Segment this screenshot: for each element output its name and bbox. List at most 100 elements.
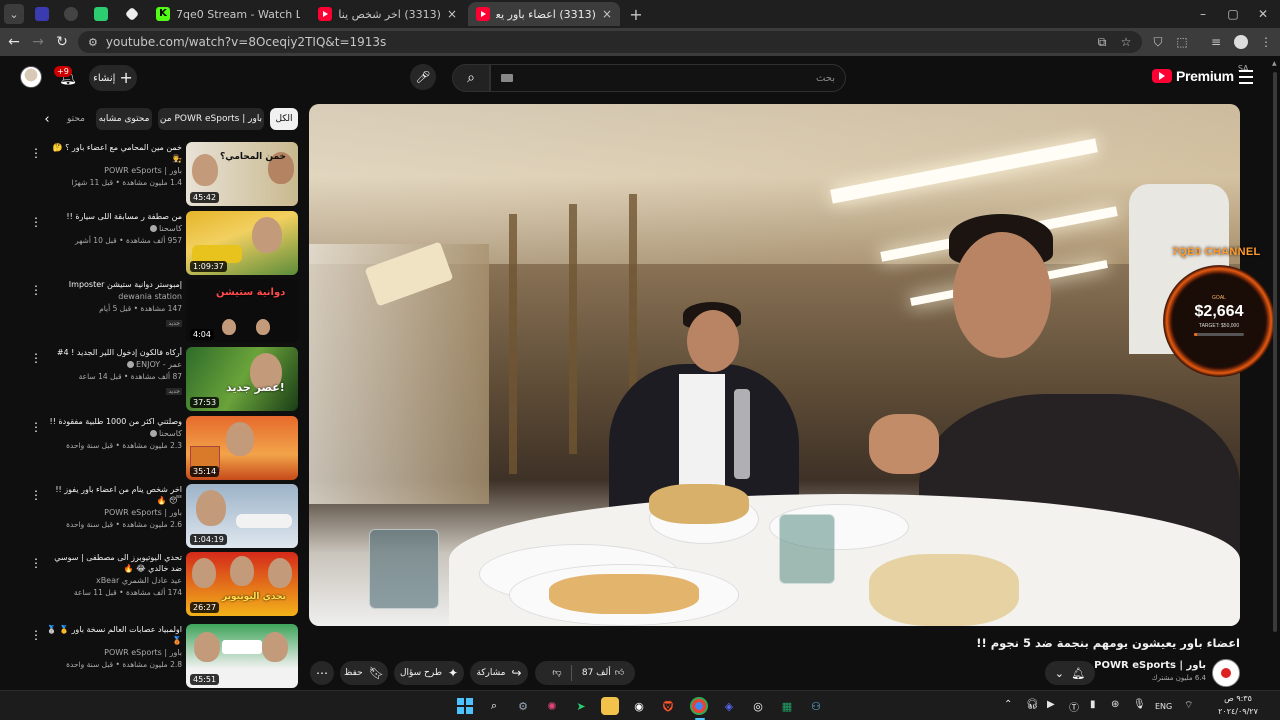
channel-name[interactable]: عيد عادل الشمري xBear bbox=[46, 575, 182, 587]
list-item[interactable]: ⋮ إمبوستر دوانية ستيشن Imposter dewania … bbox=[28, 279, 300, 345]
tray-app-icon[interactable]: Ⓣ bbox=[1069, 699, 1079, 714]
app-bug-icon[interactable]: ✺ bbox=[543, 697, 561, 715]
more-options-icon[interactable]: ⋮ bbox=[30, 488, 42, 502]
chrome-icon[interactable] bbox=[690, 697, 708, 715]
page-scrollbar[interactable]: ▲ bbox=[1272, 60, 1278, 690]
video-title[interactable]: اخر شخص ينام من اعضاء باور يفوز !! 😴 🔥 bbox=[46, 484, 182, 506]
channel-name[interactable]: باور | POWR eSports bbox=[46, 647, 182, 659]
thumbnail[interactable]: 1:09:37 bbox=[186, 211, 298, 275]
maximize-button[interactable]: ▢ bbox=[1218, 4, 1248, 24]
system-clock[interactable]: ٩:٣٥ ص ٢٠٢٤/٠٩/٢٧ bbox=[1214, 692, 1262, 718]
list-item[interactable]: ⋮ أركاه فالكون إدخول اللير الجديد ! 4# ع… bbox=[28, 347, 300, 413]
channel-name-main[interactable]: باور | POWR eSports bbox=[1080, 660, 1206, 671]
channel-name[interactable]: كاسحنا bbox=[46, 428, 182, 440]
steam-icon[interactable]: ⚇ bbox=[807, 697, 825, 715]
search-button[interactable]: ⌕ bbox=[452, 64, 490, 92]
close-window-button[interactable]: ✕ bbox=[1248, 4, 1278, 24]
windows-start-icon[interactable] bbox=[456, 697, 474, 715]
show-hidden-icons-chevron[interactable]: ⌃ bbox=[1004, 699, 1012, 710]
battery-icon[interactable]: ▮ bbox=[1090, 699, 1096, 710]
channel-avatar[interactable] bbox=[1212, 659, 1240, 687]
more-options-icon[interactable]: ⋮ bbox=[30, 420, 42, 434]
new-tab-button[interactable]: + bbox=[626, 4, 646, 24]
back-icon[interactable]: ← bbox=[4, 32, 24, 52]
thumbnail[interactable]: 45:51 bbox=[186, 624, 298, 688]
guide-menu-icon[interactable] bbox=[1239, 70, 1253, 84]
dislike-button[interactable]: 👎︎ bbox=[543, 661, 571, 685]
youtube-premium-logo[interactable]: Premium SA bbox=[1152, 64, 1249, 84]
more-options-icon[interactable]: ⋮ bbox=[30, 628, 42, 642]
microphone-icon[interactable]: 🎙︎ bbox=[1133, 699, 1146, 710]
save-button[interactable]: حفظ 🔖︎ bbox=[340, 661, 388, 685]
pinned-tab-1[interactable] bbox=[30, 4, 54, 24]
brave-browser-icon[interactable]: 🦁︎ bbox=[659, 697, 677, 715]
video-title[interactable]: من صطفة ر مسابقة اللى سيارة !! bbox=[46, 211, 182, 222]
tab-search-button[interactable]: ⌄ bbox=[4, 4, 24, 24]
url-text[interactable]: youtube.com/watch?v=8Oceqiy2TIQ&t=1913s bbox=[106, 35, 386, 49]
pinned-tab-2[interactable] bbox=[59, 4, 83, 24]
shield-extension-icon[interactable]: ⛉ bbox=[1148, 32, 1168, 52]
minimize-button[interactable]: – bbox=[1188, 4, 1218, 24]
tab-youtube-1[interactable]: (3313) اخر شخص ينام من اعضاء × bbox=[310, 2, 465, 26]
forward-icon[interactable]: → bbox=[28, 32, 48, 52]
scroll-up-icon[interactable]: ▲ bbox=[1272, 60, 1277, 67]
create-button[interactable]: إنشاء + bbox=[89, 65, 137, 91]
account-avatar[interactable] bbox=[20, 66, 42, 88]
network-icon[interactable]: ⌔ bbox=[1184, 699, 1193, 712]
video-title[interactable]: أركاه فالكون إدخول اللير الجديد ! 4# bbox=[46, 347, 182, 358]
site-info-icon[interactable]: ⚙ bbox=[88, 36, 98, 49]
thumbnail[interactable]: 1:04:19 bbox=[186, 484, 298, 548]
share-button[interactable]: مشاركة ↪ bbox=[470, 661, 528, 685]
video-title[interactable]: خمن مين المحامي مع اعضاء باور ؟ 🤔 👨‍⚖️ bbox=[46, 142, 182, 164]
list-item[interactable]: ⋮ من صطفة ر مسابقة اللى سيارة !! كاسحنا … bbox=[28, 211, 300, 277]
install-icon[interactable]: ⧉ bbox=[1092, 31, 1112, 53]
pinned-tab-3[interactable] bbox=[89, 4, 113, 24]
ask-button[interactable]: طرح سؤال ✦ bbox=[394, 661, 464, 685]
thumbnail[interactable]: خمن المحامي؟ 45:42 bbox=[186, 142, 298, 206]
keyboard-icon[interactable] bbox=[501, 74, 513, 82]
thumbnail[interactable]: تحدي اليوتيوبر 26:27 bbox=[186, 552, 298, 616]
like-button[interactable]: 87 ألف 👍︎ bbox=[575, 661, 631, 685]
settings-gear-icon[interactable]: ⚙ bbox=[514, 697, 532, 715]
more-actions-button[interactable]: ⋯ bbox=[310, 661, 334, 685]
list-item[interactable]: ⋮ خمن مين المحامي مع اعضاء باور ؟ 🤔 👨‍⚖️… bbox=[28, 142, 300, 208]
extensions-icon[interactable]: ⬚ bbox=[1172, 32, 1192, 52]
reading-list-icon[interactable]: ≡ bbox=[1206, 32, 1226, 52]
list-item[interactable]: ⋮ تحدي اليوتيوبرز الى مصطفى | سوسي ضد خا… bbox=[28, 552, 300, 618]
search-taskbar-icon[interactable]: ⌕ bbox=[485, 697, 503, 715]
video-title[interactable]: وصلتني اكثر من 1000 طلبية مفقودة !! bbox=[46, 416, 182, 427]
channel-name[interactable]: باور | POWR eSports bbox=[46, 165, 182, 177]
thumbnail[interactable]: عصر جديد! 37:53 bbox=[186, 347, 298, 411]
chip-from-channel[interactable]: من POWR eSports | باور bbox=[158, 108, 264, 130]
tab-youtube-active[interactable]: (3313) اعضاء باور يعيشون يومهم × bbox=[468, 2, 620, 26]
profile-avatar[interactable] bbox=[1234, 35, 1248, 49]
pinned-tab-4[interactable] bbox=[120, 4, 144, 24]
discord-icon[interactable]: ◈ bbox=[720, 697, 738, 715]
subscribed-button[interactable]: ⌄ 🔔︎ bbox=[1045, 661, 1095, 685]
reload-icon[interactable]: ↻ bbox=[52, 32, 72, 52]
voice-search-mic-icon[interactable]: 🎤︎ bbox=[410, 64, 436, 90]
address-bar[interactable]: ⚙ youtube.com/watch?v=8Oceqiy2TIQ&t=1913… bbox=[78, 31, 1142, 53]
list-item[interactable]: ⋮ اخر شخص ينام من اعضاء باور يفوز !! 😴 🔥… bbox=[28, 484, 300, 550]
channel-name[interactable]: dewania station bbox=[46, 291, 182, 303]
app-icon[interactable]: ◎ bbox=[749, 697, 767, 715]
channel-name[interactable]: عمر - ENJOY bbox=[46, 359, 182, 371]
more-options-icon[interactable]: ⋮ bbox=[30, 146, 42, 160]
chip-related-partial[interactable]: محتو bbox=[62, 108, 90, 130]
excel-icon[interactable]: ▦ bbox=[778, 697, 796, 715]
thumbnail[interactable]: دوانية ستيشن 4:04 bbox=[186, 279, 298, 343]
language-indicator[interactable]: ENG bbox=[1155, 702, 1172, 711]
more-options-icon[interactable]: ⋮ bbox=[30, 556, 42, 570]
play-tray-icon[interactable]: ▶ bbox=[1047, 699, 1055, 710]
channel-name[interactable]: كاسحنا bbox=[46, 223, 182, 235]
obs-icon[interactable]: ◉ bbox=[630, 697, 648, 715]
scrollbar-thumb[interactable] bbox=[1273, 72, 1277, 632]
search-input[interactable]: بحث bbox=[490, 64, 846, 92]
list-item[interactable]: ⋮ اولمبياد عصابات العالم نسخة باور 🥇 🥈 🥉… bbox=[28, 624, 300, 690]
video-title[interactable]: تحدي اليوتيوبرز الى مصطفى | سوسي ضد خالد… bbox=[46, 552, 182, 574]
more-options-icon[interactable]: ⋮ bbox=[30, 215, 42, 229]
more-options-icon[interactable]: ⋮ bbox=[30, 283, 42, 297]
bookmark-star-icon[interactable]: ☆ bbox=[1116, 31, 1136, 53]
send-app-icon[interactable]: ➤ bbox=[572, 697, 590, 715]
headset-icon[interactable]: 🎧︎ bbox=[1026, 699, 1039, 710]
